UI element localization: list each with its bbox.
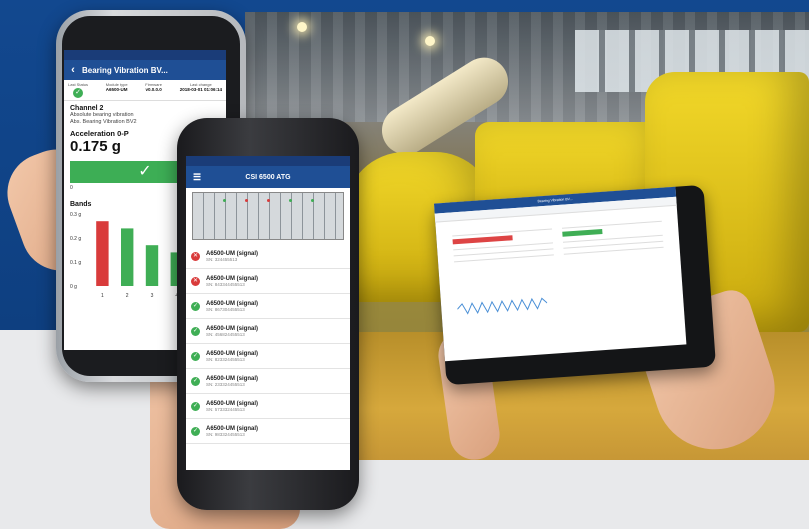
check-icon: ✓ bbox=[191, 326, 200, 336]
error-icon: ✕ bbox=[191, 276, 200, 286]
meta-firmware: Firmware v0.0.0.0 bbox=[145, 82, 162, 92]
module-list-item[interactable]: ✓ A6500-UM (signal) SN: 573332445513 bbox=[186, 394, 350, 419]
x-tick-label: 3 bbox=[151, 293, 154, 299]
ok-bar bbox=[562, 228, 603, 237]
module-text: A6500-UM (signal) SN: 456824455513 bbox=[206, 326, 345, 337]
led bbox=[289, 199, 292, 202]
module-list: ✕ A6500-UM (signal) SN: 324455513 ✕ A6500-UM… bbox=[186, 244, 350, 444]
module-text: A6500-UM (signal) SN: 573332445513 bbox=[206, 401, 345, 412]
module-serial: SN: 456824455513 bbox=[206, 331, 245, 337]
meta-module-type: Module type A6500-UM bbox=[105, 82, 128, 92]
module-list-item[interactable]: ✓ A6500-UM (signal) SN: 867304455513 bbox=[186, 294, 350, 319]
rack-image bbox=[192, 192, 344, 240]
led bbox=[223, 199, 226, 202]
module-list-item[interactable]: ✕ A6500-UM (signal) SN: 843344455513 bbox=[186, 269, 350, 294]
x-tick-label: 1 bbox=[101, 293, 104, 299]
led bbox=[311, 199, 314, 202]
module-serial: SN: 573332445513 bbox=[206, 406, 245, 412]
module-list-item[interactable]: ✓ A6500-UM (signal) SN: 233324455513 bbox=[186, 369, 350, 394]
module-text: A6500-UM (signal) SN: 324455513 bbox=[206, 251, 345, 262]
module-serial: SN: 983324455513 bbox=[206, 431, 245, 437]
led bbox=[267, 199, 270, 202]
alarm-bar bbox=[452, 235, 513, 245]
y-tick-label: 0 g bbox=[70, 284, 77, 290]
status-bar bbox=[186, 156, 350, 166]
check-icon: ✓ bbox=[191, 376, 200, 386]
module-text: A6500-UM (signal) SN: 823324455513 bbox=[206, 351, 345, 362]
band-bar bbox=[145, 245, 159, 286]
back-arrow-icon[interactable]: ‹ bbox=[64, 64, 82, 76]
module-text: A6500-UM (signal) SN: 843344455513 bbox=[206, 276, 345, 287]
meta-last-change: Last change 2018-03-01 01:06:14 bbox=[179, 82, 222, 92]
error-icon: ✕ bbox=[191, 251, 200, 261]
nav-bar: ☰ CSI 6500 ATG bbox=[186, 166, 350, 188]
check-icon: ✓ bbox=[138, 163, 152, 180]
x-tick-label: 2 bbox=[126, 293, 129, 299]
module-serial: SN: 823324455513 bbox=[206, 356, 245, 362]
channel-title: Channel 2 bbox=[70, 105, 104, 112]
divider bbox=[561, 220, 662, 229]
check-icon: ✓ bbox=[73, 88, 83, 98]
status-bar bbox=[64, 50, 226, 60]
nav-title: CSI 6500 ATG bbox=[245, 173, 291, 181]
module-text: A6500-UM (signal) SN: 867304455513 bbox=[206, 301, 345, 312]
module-serial: SN: 233324455513 bbox=[206, 381, 245, 387]
module-meta: Last Status ✓ Module type A6500-UM Firmwar… bbox=[64, 80, 226, 101]
phone-center: ☰ CSI 6500 ATG ✕ A6500-UM (signal) SN: 324… bbox=[177, 118, 359, 510]
check-icon: ✓ bbox=[191, 301, 200, 311]
channel-subtitle: Absolute bearing vibration bbox=[70, 112, 134, 118]
module-serial: SN: 867304455513 bbox=[206, 306, 245, 312]
y-tick-label: 0.1 g bbox=[70, 260, 81, 266]
band-bar bbox=[96, 221, 109, 286]
module-list-item[interactable]: ✓ A6500-UM (signal) SN: 823324455513 bbox=[186, 344, 350, 369]
tablet-screen: Bearing Vibration BV... bbox=[433, 186, 687, 362]
check-icon: ✓ bbox=[191, 426, 200, 436]
menu-icon[interactable]: ☰ bbox=[186, 172, 208, 183]
scene: ‹ Bearing Vibration BV... Last Status ✓ M… bbox=[0, 0, 809, 529]
phone-center-screen: ☰ CSI 6500 ATG ✕ A6500-UM (signal) SN: 324… bbox=[186, 156, 350, 470]
ceiling-light bbox=[425, 36, 435, 46]
y-tick-label: 0.2 g bbox=[70, 236, 81, 242]
tablet-channel-2 bbox=[561, 216, 664, 255]
module-text: A6500-UM (signal) SN: 983324455513 bbox=[206, 426, 345, 437]
ceiling-light bbox=[297, 22, 307, 32]
module-serial: SN: 843344455513 bbox=[206, 281, 245, 287]
nav-bar: ‹ Bearing Vibration BV... bbox=[64, 60, 226, 80]
divider bbox=[454, 254, 554, 263]
tablet-channel-1 bbox=[452, 223, 554, 263]
tablet: Bearing Vibration BV... bbox=[433, 184, 717, 386]
module-list-item[interactable]: ✓ A6500-UM (signal) SN: 983324455513 bbox=[186, 419, 350, 444]
module-serial: SN: 324455513 bbox=[206, 256, 238, 262]
meta-status: Last Status ✓ bbox=[68, 82, 89, 98]
y-tick-label: 0.3 g bbox=[70, 212, 81, 218]
band-bar bbox=[121, 228, 134, 286]
module-text: A6500-UM (signal) SN: 233324455513 bbox=[206, 376, 345, 387]
waveform bbox=[457, 297, 548, 315]
divider bbox=[563, 246, 664, 255]
check-icon: ✓ bbox=[191, 401, 200, 411]
module-list-item[interactable]: ✓ A6500-UM (signal) SN: 456824455513 bbox=[186, 319, 350, 344]
module-list-item[interactable]: ✕ A6500-UM (signal) SN: 324455513 bbox=[186, 244, 350, 269]
check-icon: ✓ bbox=[191, 351, 200, 361]
nav-title: Bearing Vibration BV... bbox=[82, 65, 168, 75]
led bbox=[245, 199, 248, 202]
